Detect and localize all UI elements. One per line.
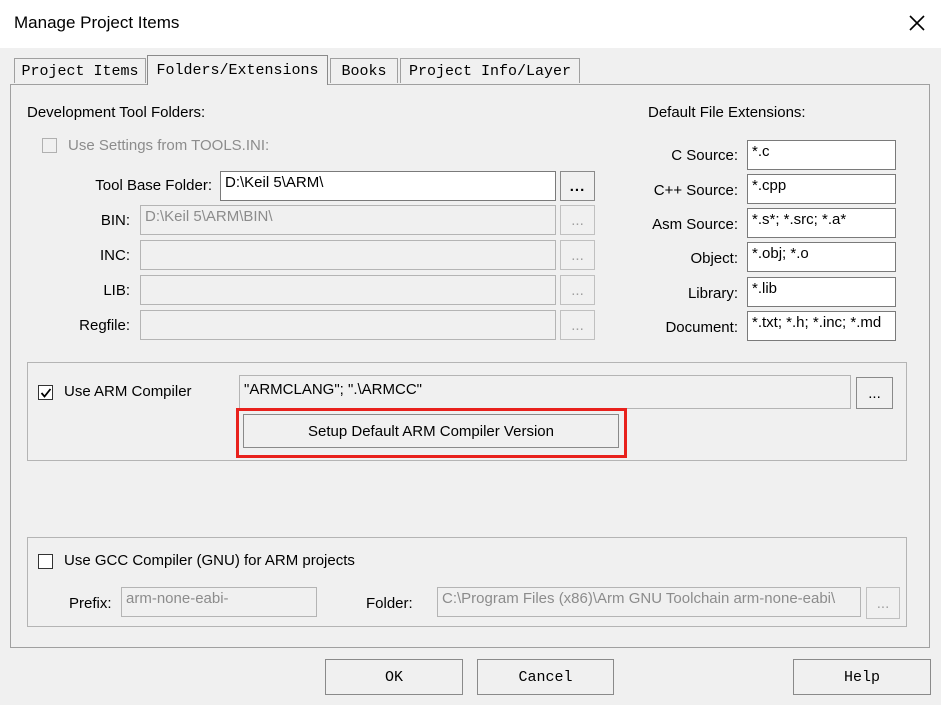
tool-base-label: Tool Base Folder: [95, 177, 212, 194]
check-icon [40, 387, 51, 398]
help-button[interactable]: Help [793, 659, 931, 695]
object-label: Object: [690, 250, 738, 267]
tab-project-items[interactable]: Project Items [14, 58, 146, 83]
tool-base-input[interactable]: D:\Keil 5\ARM\ [220, 171, 556, 201]
ok-button[interactable]: OK [325, 659, 463, 695]
bin-browse-button[interactable]: ... [560, 205, 595, 235]
inc-label: INC: [100, 247, 130, 264]
bin-label: BIN: [100, 212, 130, 229]
extensions-heading: Default File Extensions: [648, 104, 806, 121]
library-input[interactable]: *.lib [747, 277, 896, 307]
tab-folders-extensions[interactable]: Folders/Extensions [147, 55, 328, 85]
lib-input[interactable] [140, 275, 556, 305]
folder-label: Folder: [366, 595, 413, 612]
use-gcc-compiler-checkbox[interactable] [38, 554, 53, 569]
cpp-source-input[interactable]: *.cpp [747, 174, 896, 204]
close-icon [909, 15, 925, 31]
lib-label: LIB: [103, 282, 130, 299]
use-arm-compiler-label: Use ARM Compiler [64, 383, 192, 400]
prefix-input[interactable]: arm-none-eabi- [121, 587, 317, 617]
arm-compiler-browse-button[interactable]: ... [856, 377, 893, 409]
use-settings-label: Use Settings from TOOLS.INI: [68, 137, 270, 154]
regfile-browse-button[interactable]: ... [560, 310, 595, 340]
use-arm-compiler-checkbox[interactable] [38, 385, 53, 400]
window-title: Manage Project Items [14, 13, 180, 32]
inc-browse-button[interactable]: ... [560, 240, 595, 270]
regfile-input[interactable] [140, 310, 556, 340]
tool-base-browse-button[interactable]: ... [560, 171, 595, 201]
tab-project-info-layer[interactable]: Project Info/Layer [400, 58, 580, 83]
c-source-label: C Source: [671, 147, 738, 164]
use-settings-checkbox[interactable] [42, 138, 57, 153]
object-input[interactable]: *.obj; *.o [747, 242, 896, 272]
asm-source-input[interactable]: *.s*; *.src; *.a* [747, 208, 896, 238]
arm-compiler-input[interactable]: "ARMCLANG"; ".\ARMCC" [239, 375, 851, 409]
prefix-label: Prefix: [69, 595, 112, 612]
dev-tools-heading: Development Tool Folders: [27, 104, 206, 121]
asm-source-label: Asm Source: [652, 216, 738, 233]
cpp-source-label: C++ Source: [653, 182, 738, 199]
c-source-input[interactable]: *.c [747, 140, 896, 170]
regfile-label: Regfile: [79, 317, 130, 334]
inc-input[interactable] [140, 240, 556, 270]
bin-input[interactable]: D:\Keil 5\ARM\BIN\ [140, 205, 556, 235]
folder-input[interactable]: C:\Program Files (x86)\Arm GNU Toolchain… [437, 587, 861, 617]
use-gcc-compiler-label: Use GCC Compiler (GNU) for ARM projects [64, 552, 355, 569]
close-button[interactable] [900, 6, 934, 40]
document-label: Document: [665, 319, 738, 336]
gcc-folder-browse-button[interactable]: ... [866, 587, 900, 619]
highlight-box [236, 408, 627, 458]
library-label: Library: [687, 285, 738, 302]
cancel-button[interactable]: Cancel [477, 659, 614, 695]
document-input[interactable]: *.txt; *.h; *.inc; *.md [747, 311, 896, 341]
lib-browse-button[interactable]: ... [560, 275, 595, 305]
tab-books[interactable]: Books [330, 58, 398, 83]
